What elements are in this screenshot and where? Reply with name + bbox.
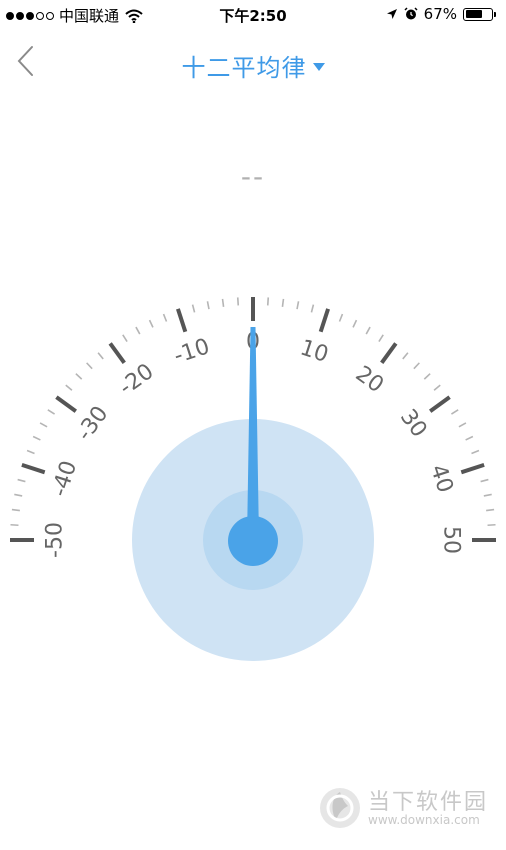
gauge-label: 20 <box>351 361 388 398</box>
watermark: 当下软件园 www.downxia.com <box>318 780 498 836</box>
minor-tick <box>191 304 196 313</box>
minor-tick <box>47 409 56 415</box>
minor-tick <box>483 493 492 497</box>
minor-tick <box>236 297 240 306</box>
minor-tick <box>221 298 225 307</box>
gauge-label: -50 <box>43 522 68 558</box>
minor-tick <box>413 362 420 370</box>
minor-tick <box>65 384 73 391</box>
minor-tick <box>458 422 467 428</box>
minor-tick <box>471 449 480 455</box>
minor-tick <box>487 523 496 527</box>
minor-tick <box>402 352 409 360</box>
minor-tick <box>266 297 270 306</box>
minor-tick <box>86 362 93 370</box>
minor-tick <box>32 435 41 441</box>
minor-tick <box>486 508 495 512</box>
minor-tick <box>14 493 23 497</box>
minor-tick <box>433 384 441 391</box>
major-tick <box>380 342 398 365</box>
minor-tick <box>162 313 168 322</box>
tuner-gauge: -50-40-30-20-1001020304050 <box>10 297 496 661</box>
major-tick <box>318 308 330 333</box>
major-tick <box>55 395 78 413</box>
gauge-label: -20 <box>115 359 159 400</box>
tuning-needle <box>247 327 259 540</box>
minor-tick <box>148 319 154 328</box>
minor-tick <box>39 422 48 428</box>
minor-tick <box>450 409 459 415</box>
gauge-label: -30 <box>72 402 113 446</box>
major-tick <box>176 308 188 333</box>
major-tick <box>21 463 46 475</box>
minor-tick <box>17 478 26 483</box>
minor-tick <box>26 449 35 455</box>
minor-tick <box>135 326 141 335</box>
minor-tick <box>10 523 19 527</box>
minor-tick <box>206 301 210 310</box>
minor-tick <box>365 326 371 335</box>
gauge-label: 10 <box>297 335 331 367</box>
needle-hub <box>228 516 278 566</box>
major-tick <box>428 395 451 413</box>
minor-tick <box>75 373 83 380</box>
minor-tick <box>122 334 128 343</box>
gauge-label: 50 <box>439 526 464 554</box>
major-tick <box>108 342 126 365</box>
minor-tick <box>465 435 474 441</box>
minor-tick <box>97 352 104 360</box>
downxia-logo-icon <box>320 788 360 828</box>
minor-tick <box>281 298 285 307</box>
minor-tick <box>352 319 358 328</box>
minor-tick <box>480 478 489 483</box>
gauge-label: 40 <box>425 462 457 496</box>
gauge-label: 30 <box>395 405 432 442</box>
gauge-label: -40 <box>47 458 82 500</box>
gauge-label: -10 <box>171 334 213 369</box>
minor-tick <box>378 334 384 343</box>
minor-tick <box>338 313 344 322</box>
major-tick <box>460 463 485 475</box>
minor-tick <box>423 373 431 380</box>
watermark-url: www.downxia.com <box>368 813 480 827</box>
minor-tick <box>11 508 20 512</box>
watermark-text: 当下软件园 <box>368 790 489 815</box>
minor-tick <box>296 301 300 310</box>
minor-tick <box>310 304 315 313</box>
